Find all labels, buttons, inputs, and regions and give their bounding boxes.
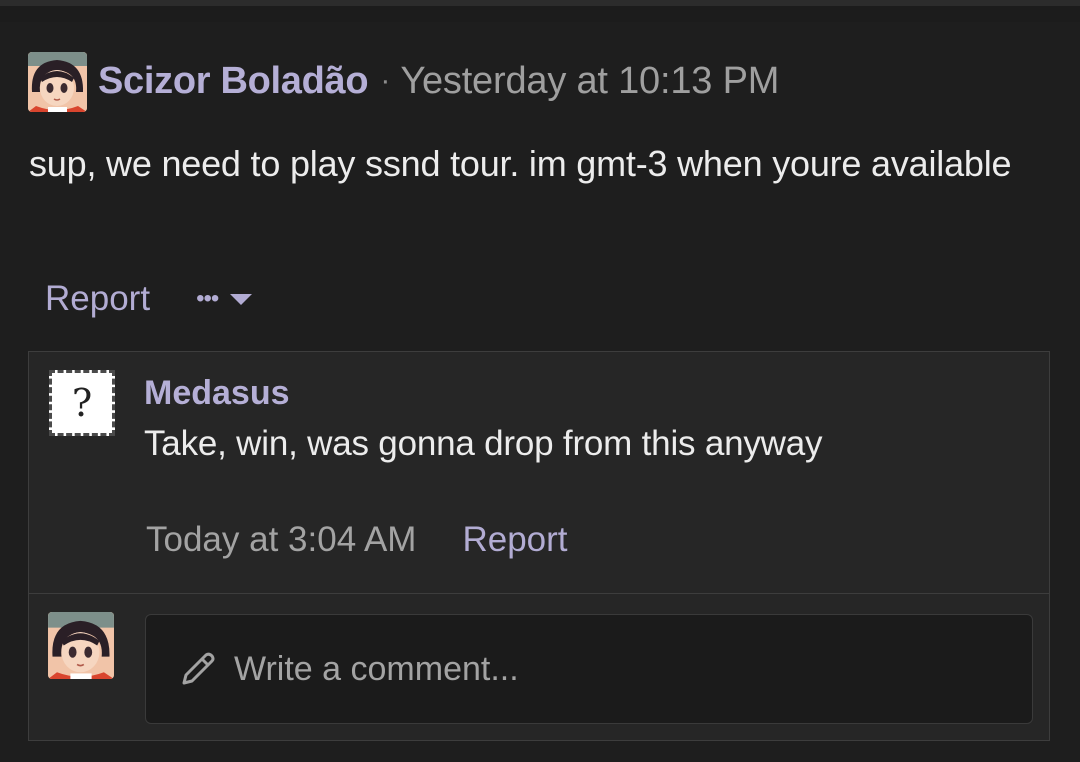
comments-panel: ? Medasus Take, win, was gonna drop from… — [28, 351, 1050, 741]
post-message: sup, we need to play ssnd tour. im gmt-3… — [29, 143, 1012, 184]
comment-input[interactable] — [232, 648, 996, 690]
post-timestamp[interactable]: Yesterday at 10:13 PM — [400, 60, 779, 103]
post-author-name[interactable]: Scizor Boladão — [98, 60, 369, 103]
anime-girl-avatar-icon — [28, 52, 87, 112]
post-report-link[interactable]: Report — [45, 279, 150, 319]
comment-text: Take, win, was gonna drop from this anyw… — [144, 424, 823, 463]
comment-input-box[interactable] — [145, 614, 1033, 724]
header-separator: · — [380, 64, 391, 97]
post-actions: Report ••• — [45, 276, 253, 322]
caret-down-icon — [230, 293, 253, 305]
more-options-button[interactable]: ••• — [196, 285, 253, 313]
comment-meta: Today at 3:04 AM Report — [146, 520, 568, 560]
comment-author-name[interactable]: Medasus — [144, 374, 290, 413]
ellipsis-icon: ••• — [196, 285, 219, 312]
pencil-icon — [182, 652, 215, 685]
current-user-avatar — [48, 612, 114, 679]
reply-composer — [29, 594, 1049, 742]
avatar-placeholder-glyph: ? — [71, 381, 93, 425]
post-header: Scizor Boladão · Yesterday at 10:13 PM — [98, 58, 779, 104]
comment-item: ? Medasus Take, win, was gonna drop from… — [29, 352, 1049, 594]
top-bar — [0, 0, 1080, 22]
comment-timestamp[interactable]: Today at 3:04 AM — [146, 520, 416, 560]
missing-avatar-icon[interactable]: ? — [49, 370, 115, 436]
top-edge — [0, 0, 1080, 6]
author-avatar[interactable] — [28, 52, 87, 112]
comment-report-link[interactable]: Report — [462, 520, 567, 560]
anime-girl-avatar-icon — [48, 612, 114, 679]
